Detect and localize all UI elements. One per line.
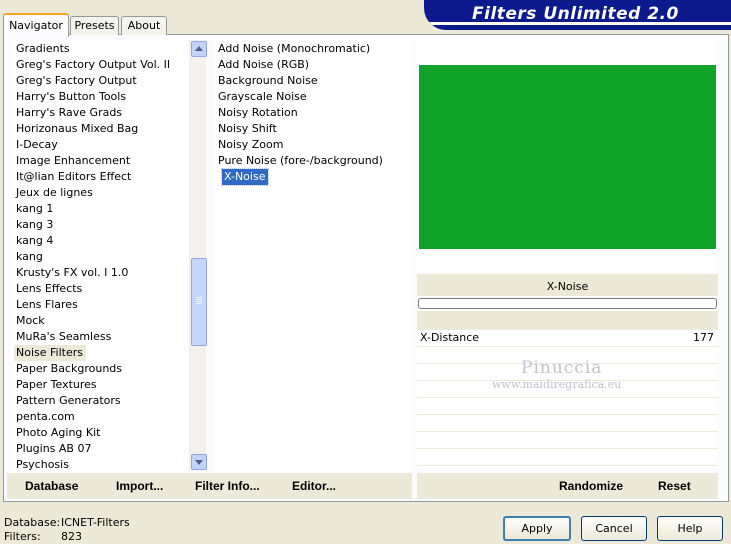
category-item[interactable]: Harry's Button Tools xyxy=(14,89,129,105)
parameter-area: X-Distance 177 xyxy=(417,330,718,468)
chevron-up-icon xyxy=(195,46,203,51)
chevron-down-icon xyxy=(195,460,203,465)
category-item[interactable]: Mock xyxy=(14,313,48,329)
help-button[interactable]: Help xyxy=(657,516,723,541)
filter-item[interactable]: Add Noise (Monochromatic) xyxy=(216,41,373,57)
category-item[interactable]: Greg's Factory Output Vol. II xyxy=(14,57,173,73)
cancel-button[interactable]: Cancel xyxy=(581,516,647,541)
randomize-link[interactable]: Randomize xyxy=(559,479,623,493)
category-item[interactable]: kang 3 xyxy=(14,217,56,233)
reset-link[interactable]: Reset xyxy=(658,479,691,493)
filter-item[interactable]: Pure Noise (fore-/background) xyxy=(216,153,386,169)
filter-name-label: X-Noise xyxy=(546,280,589,293)
category-item[interactable]: Image Enhancement xyxy=(14,153,133,169)
param-row-empty xyxy=(417,449,718,466)
category-item[interactable]: penta.com xyxy=(14,409,78,425)
status-database-label: Database: xyxy=(4,516,61,529)
category-item[interactable]: kang 1 xyxy=(14,201,56,217)
param-row-empty xyxy=(417,398,718,415)
category-item[interactable]: Gradients xyxy=(14,41,73,57)
scroll-down-button[interactable] xyxy=(191,454,207,470)
category-item[interactable]: Greg's Factory Output xyxy=(14,73,140,89)
database-link[interactable]: Database xyxy=(25,479,78,493)
category-item[interactable]: kang xyxy=(14,249,46,265)
category-item[interactable]: Photo Aging Kit xyxy=(14,425,103,441)
category-item[interactable]: It@lian Editors Effect xyxy=(14,169,134,185)
status-filters-value: 823 xyxy=(61,530,82,543)
category-item[interactable]: Pattern Generators xyxy=(14,393,124,409)
progress-bar xyxy=(418,298,717,309)
category-item[interactable]: Krusty's FX vol. I 1.0 xyxy=(14,265,131,281)
filter-item[interactable]: X-Noise xyxy=(220,168,270,186)
import-link[interactable]: Import... xyxy=(116,479,163,493)
editor-link[interactable]: Editor... xyxy=(292,479,336,493)
app-header: Filters Unlimited 2.0 xyxy=(424,0,731,30)
category-item[interactable]: Noise Filters xyxy=(14,345,86,361)
filter-name-bar: X-Noise xyxy=(417,274,718,296)
params-header xyxy=(417,311,718,330)
category-list[interactable]: Gradients Greg's Factory Output Vol. II Gr… xyxy=(12,40,189,472)
app-title: Filters Unlimited 2.0 xyxy=(472,4,679,24)
param-value: 177 xyxy=(693,331,714,344)
status-filters-label: Filters: xyxy=(4,530,41,543)
category-item[interactable]: Lens Effects xyxy=(14,281,85,297)
category-item[interactable]: Jeux de lignes xyxy=(14,185,96,201)
param-row-empty xyxy=(417,415,718,432)
filter-item[interactable]: Noisy Shift xyxy=(216,121,280,137)
filter-list[interactable]: Add Noise (Monochromatic) Add Noise (RGB)… xyxy=(214,40,412,472)
tab-presets[interactable]: Presets xyxy=(70,16,119,35)
param-row[interactable]: X-Distance 177 xyxy=(417,330,718,347)
param-label: X-Distance xyxy=(420,331,480,344)
category-item[interactable]: Plugins AB 07 xyxy=(14,441,94,457)
category-item[interactable]: kang 4 xyxy=(14,233,56,249)
status-database-value: ICNET-Filters xyxy=(61,516,130,529)
filter-item[interactable]: Noisy Zoom xyxy=(216,137,286,153)
watermark-text: Pinuccia xyxy=(521,358,603,378)
filter-item[interactable]: Grayscale Noise xyxy=(216,89,310,105)
tab-about[interactable]: About xyxy=(121,16,167,35)
scroll-thumb[interactable] xyxy=(191,258,207,346)
preview-image xyxy=(419,65,716,249)
category-item[interactable]: I-Decay xyxy=(14,137,61,153)
category-item[interactable]: Harry's Rave Grads xyxy=(14,105,125,121)
scroll-up-button[interactable] xyxy=(191,41,207,57)
category-scrollbar[interactable] xyxy=(189,40,207,470)
category-item[interactable]: Paper Backgrounds xyxy=(14,361,125,377)
filter-item[interactable]: Noisy Rotation xyxy=(216,105,301,121)
category-item[interactable]: Psychosis xyxy=(14,457,72,472)
category-item[interactable]: Lens Flares xyxy=(14,297,81,313)
apply-button[interactable]: Apply xyxy=(503,516,571,541)
category-item[interactable]: MuRa's Seamless xyxy=(14,329,114,345)
tab-navigator[interactable]: Navigator xyxy=(3,13,69,37)
filter-item[interactable]: Background Noise xyxy=(216,73,321,89)
filter-item[interactable]: Add Noise (RGB) xyxy=(216,57,312,73)
watermark-url: www.maidiregrafica.eu xyxy=(492,378,622,391)
category-item[interactable]: Horizonaus Mixed Bag xyxy=(14,121,141,137)
category-item[interactable]: Paper Textures xyxy=(14,377,100,393)
param-row-empty xyxy=(417,432,718,449)
filter-info-link[interactable]: Filter Info... xyxy=(195,479,260,493)
